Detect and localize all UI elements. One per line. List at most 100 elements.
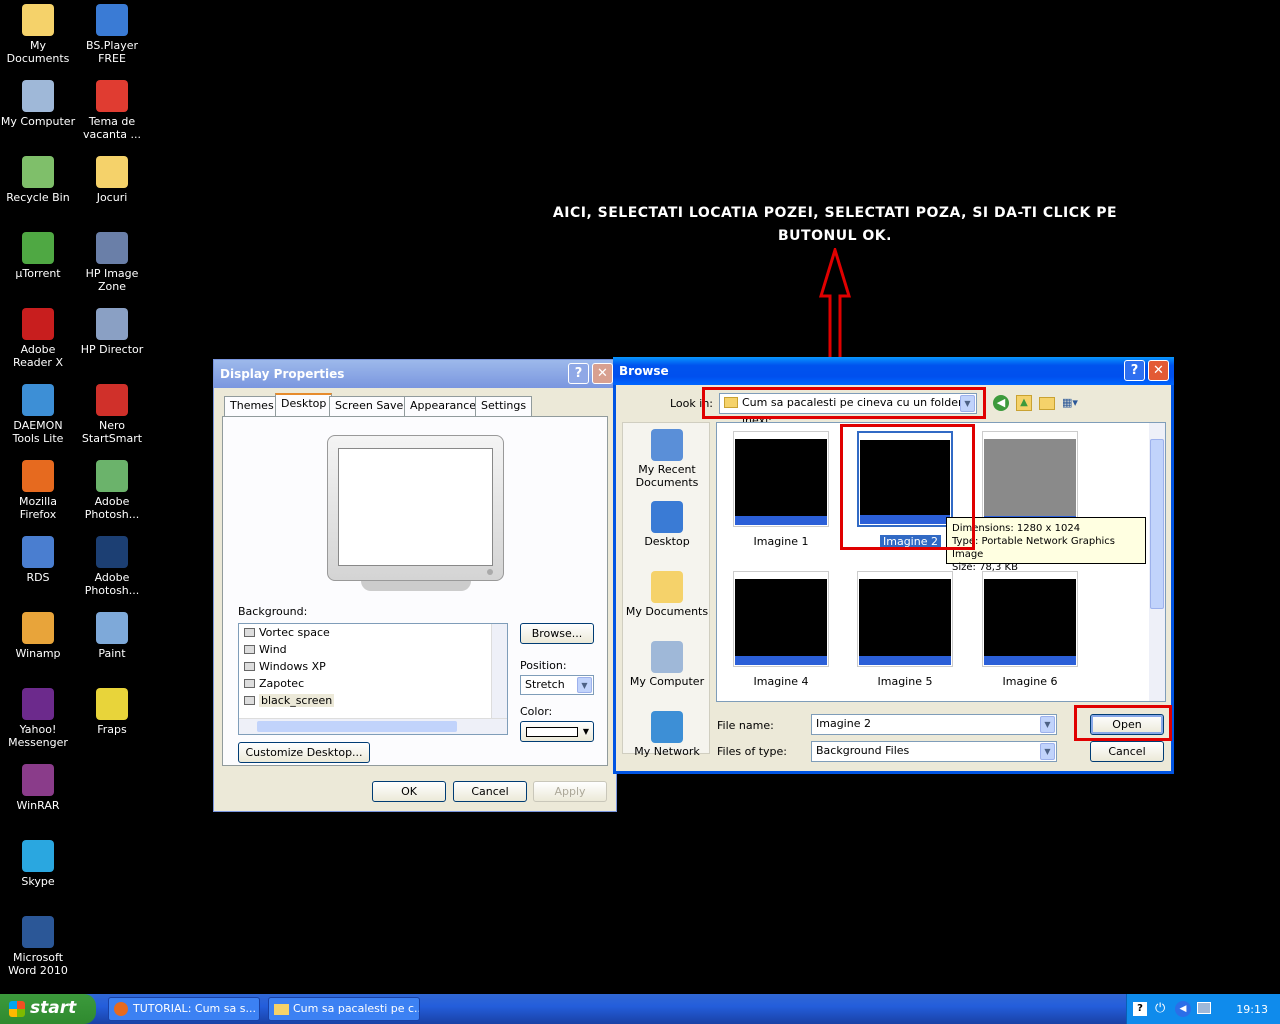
- folder-icon: [274, 1004, 289, 1015]
- tab-screen-saver[interactable]: Screen Saver: [329, 396, 414, 416]
- position-select[interactable]: Stretch ▼: [520, 675, 594, 695]
- desktop-icon[interactable]: Tema de vacanta ...: [74, 80, 150, 141]
- my-computer-icon: [651, 641, 683, 673]
- desktop-icon[interactable]: RDS: [0, 536, 76, 584]
- network-icon[interactable]: [1197, 1002, 1211, 1014]
- chevron-down-icon[interactable]: ▼: [1040, 716, 1055, 733]
- back-icon[interactable]: ◀: [993, 395, 1009, 411]
- desktop-icon[interactable]: DAEMON Tools Lite: [0, 384, 76, 445]
- desktop-icon[interactable]: BS.Player FREE: [74, 4, 150, 65]
- color-picker-button[interactable]: ▼: [520, 721, 594, 742]
- tab-desktop[interactable]: Desktop: [275, 393, 333, 417]
- taskbar-item-folder[interactable]: Cum sa pacalesti pe c...: [268, 997, 420, 1021]
- windows-logo-icon: [9, 1001, 25, 1017]
- file-thumbnail[interactable]: [982, 431, 1078, 527]
- chevron-down-icon[interactable]: ▼: [1040, 743, 1055, 760]
- desktop-icon[interactable]: My Computer: [0, 80, 76, 128]
- list-hscrollbar[interactable]: [239, 718, 507, 734]
- desktop-icon-label: My Documents: [6, 39, 70, 65]
- cancel-button[interactable]: Cancel: [1090, 741, 1164, 762]
- my-documents-icon: [22, 4, 54, 36]
- utorrent-icon: [22, 232, 54, 264]
- desktop-icon[interactable]: Yahoo! Messenger: [0, 688, 76, 749]
- background-list[interactable]: Vortec space Wind Windows XP Zapotec black_s…: [238, 623, 508, 735]
- ok-button[interactable]: OK: [372, 781, 446, 802]
- desktop-icon[interactable]: Jocuri: [74, 156, 150, 204]
- winamp-icon: [22, 612, 54, 644]
- background-list-item[interactable]: Wind: [239, 641, 507, 658]
- desktop-icon[interactable]: Skype: [0, 840, 76, 888]
- desktop-icon[interactable]: Mozilla Firefox: [0, 460, 76, 521]
- customize-desktop-button[interactable]: Customize Desktop...: [238, 742, 370, 763]
- desktop-icon[interactable]: Adobe Photosh...: [74, 460, 150, 521]
- cancel-button[interactable]: Cancel: [453, 781, 527, 802]
- place-my-computer[interactable]: My Computer: [623, 641, 711, 688]
- bsplayer-icon: [96, 4, 128, 36]
- file-name-label[interactable]: Imagine 4: [719, 675, 843, 688]
- start-button[interactable]: start: [0, 994, 96, 1024]
- taskbar-item-firefox[interactable]: TUTORIAL: Cum sa s...: [108, 997, 260, 1021]
- up-folder-icon[interactable]: ▲: [1016, 395, 1032, 411]
- place-recent-documents[interactable]: My Recent Documents: [623, 429, 711, 489]
- display-properties-titlebar[interactable]: Display Properties ? ✕: [214, 360, 616, 388]
- desktop-icon[interactable]: Winamp: [0, 612, 76, 660]
- desktop-icon[interactable]: Nero StartSmart: [74, 384, 150, 445]
- help-button[interactable]: ?: [1124, 360, 1145, 381]
- background-list-item[interactable]: black_screen: [239, 692, 507, 709]
- apply-button[interactable]: Apply: [533, 781, 607, 802]
- nero-icon: [96, 384, 128, 416]
- close-button[interactable]: ✕: [1148, 360, 1169, 381]
- desktop-icon[interactable]: Microsoft Word 2010: [0, 916, 76, 977]
- file-name-label[interactable]: Imagine 6: [968, 675, 1092, 688]
- file-view-vscrollbar[interactable]: [1149, 423, 1165, 701]
- desktop-icon[interactable]: µTorrent: [0, 232, 76, 280]
- view-menu-icon[interactable]: ▦▾: [1062, 396, 1084, 411]
- daemon-tools-icon: [22, 384, 54, 416]
- thumbnail-image: [735, 439, 827, 525]
- file-type-label: Files of type:: [717, 745, 788, 758]
- tab-settings[interactable]: Settings: [475, 396, 533, 416]
- chevron-down-icon[interactable]: ▼: [577, 677, 592, 693]
- help-button[interactable]: ?: [568, 363, 589, 384]
- background-list-item[interactable]: Zapotec: [239, 675, 507, 692]
- tab-themes[interactable]: Themes: [224, 396, 280, 416]
- paint-icon: [96, 612, 128, 644]
- desktop-icon[interactable]: HP Director: [74, 308, 150, 356]
- word-icon: [22, 916, 54, 948]
- desktop-icon[interactable]: Adobe Photosh...: [74, 536, 150, 597]
- browse-titlebar[interactable]: Browse ? ✕: [613, 357, 1174, 385]
- desktop-icon[interactable]: HP Image Zone: [74, 232, 150, 293]
- file-name-input[interactable]: Imagine 2 ▼: [811, 714, 1057, 735]
- close-button[interactable]: ✕: [592, 363, 613, 384]
- browse-button[interactable]: Browse...: [520, 623, 594, 644]
- file-name-label[interactable]: Imagine 1: [719, 535, 843, 548]
- place-desktop[interactable]: Desktop: [623, 501, 711, 548]
- file-thumbnail[interactable]: [857, 571, 953, 667]
- desktop-icon[interactable]: WinRAR: [0, 764, 76, 812]
- show-hidden-icons-icon[interactable]: ◀: [1175, 1001, 1191, 1017]
- background-list-item[interactable]: Windows XP: [239, 658, 507, 675]
- place-my-network[interactable]: My Network: [623, 711, 711, 758]
- desktop-icon[interactable]: Paint: [74, 612, 150, 660]
- desktop-icon[interactable]: Recycle Bin: [0, 156, 76, 204]
- place-my-documents[interactable]: My Documents: [623, 571, 711, 618]
- file-thumbnail[interactable]: [733, 431, 829, 527]
- desktop-icon[interactable]: Fraps: [74, 688, 150, 736]
- desktop-icon-label: Nero StartSmart: [81, 419, 143, 445]
- file-thumbnail[interactable]: [982, 571, 1078, 667]
- file-name-label[interactable]: Imagine 5: [843, 675, 967, 688]
- background-list-item[interactable]: Vortec space: [239, 624, 507, 641]
- new-folder-icon[interactable]: [1039, 397, 1055, 410]
- system-tray: ? ⏻ ◀ 19:13: [1126, 994, 1280, 1024]
- desktop-icon[interactable]: My Documents: [0, 4, 76, 65]
- file-thumbnail[interactable]: [733, 571, 829, 667]
- help-icon[interactable]: ?: [1133, 1002, 1147, 1016]
- power-icon[interactable]: ⏻: [1155, 1001, 1165, 1016]
- tab-appearance[interactable]: Appearance: [404, 396, 483, 416]
- list-vscrollbar[interactable]: [491, 624, 507, 718]
- file-type-select[interactable]: Background Files ▼: [811, 741, 1057, 762]
- desktop-icon-label: Winamp: [15, 647, 61, 660]
- monitor-preview: [327, 435, 504, 581]
- desktop-icon-label: Microsoft Word 2010: [8, 951, 68, 977]
- desktop-icon[interactable]: Adobe Reader X: [0, 308, 76, 369]
